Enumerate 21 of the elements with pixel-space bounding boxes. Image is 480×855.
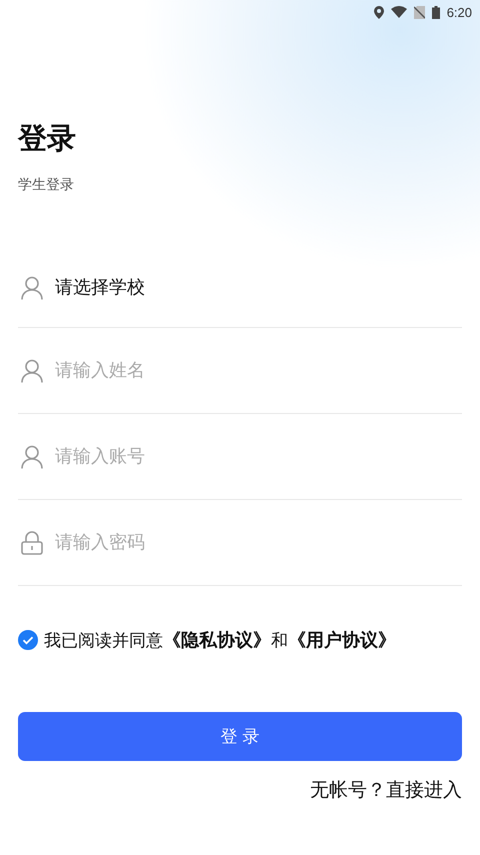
page-subtitle: 学生登录 — [18, 176, 75, 194]
person-icon — [21, 358, 43, 382]
battery-icon — [432, 6, 440, 18]
person-icon — [21, 276, 43, 300]
input-field[interactable]: 请输入密码 — [55, 532, 435, 553]
agreement-text: 我已阅读并同意《隐私协议》和《用户协议》 — [44, 629, 396, 652]
input-field[interactable]: 请输入账号 — [55, 446, 435, 467]
login-button[interactable]: 登 录 — [18, 712, 462, 761]
no-sim-icon — [414, 6, 425, 18]
school-field[interactable]: 请选择学校 — [55, 276, 435, 297]
page-title: 登录 — [18, 120, 77, 156]
input-field[interactable]: 请输入姓名 — [55, 360, 435, 381]
person-icon — [21, 444, 43, 468]
agree-checkbox[interactable] — [18, 630, 38, 650]
location-icon — [374, 6, 384, 18]
status-time: 6:20 — [446, 4, 472, 20]
terms-link[interactable]: 《用户协议》 — [288, 630, 396, 651]
wifi-icon — [390, 6, 407, 18]
lock-icon — [21, 530, 43, 554]
privacy-link[interactable]: 《隐私协议》 — [163, 630, 271, 651]
guest-link[interactable]: 无帐号？直接进入 — [310, 777, 462, 803]
